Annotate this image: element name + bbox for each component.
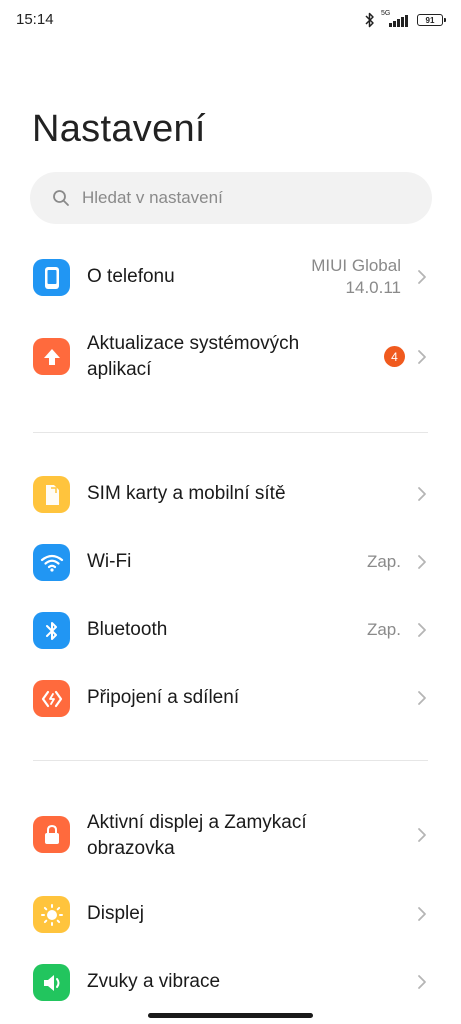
- status-bar: 15:14 5G 91: [0, 0, 461, 40]
- chevron-right-icon: [418, 270, 426, 284]
- chevron-right-icon: [418, 623, 426, 637]
- settings-item-wifi[interactable]: Wi-Fi Zap.: [0, 530, 461, 594]
- page-title: Nastavení: [32, 108, 206, 150]
- search-icon: [53, 190, 69, 206]
- bluetooth-status: Zap.: [366, 620, 401, 639]
- chevron-right-icon: [418, 828, 426, 842]
- chevron-right-icon: [418, 691, 426, 705]
- status-icons: 5G 91: [365, 10, 446, 28]
- home-indicator[interactable]: [148, 1013, 313, 1018]
- app-updates-label-line1: Aktualizace systémových: [87, 333, 300, 354]
- battery-icon: 91: [417, 14, 446, 26]
- settings-item-sound[interactable]: Zvuky a vibrace: [0, 950, 461, 1014]
- settings-item-app-updates[interactable]: Aktualizace systémových aplikací 4: [0, 324, 461, 390]
- sun-icon: [33, 896, 70, 933]
- display-label: Displej: [87, 903, 145, 924]
- update-count-badge: 4: [384, 346, 405, 367]
- sim-cards-label: SIM karty a mobilní sítě: [87, 483, 286, 504]
- bluetooth-status-icon: [365, 12, 374, 28]
- sim-card-icon: [33, 476, 70, 513]
- settings-item-sim-cards[interactable]: SIM karty a mobilní sítě: [0, 462, 461, 526]
- settings-item-lock-screen[interactable]: Aktivní displej a Zamykací obrazovka: [0, 802, 461, 868]
- bluetooth-icon: [33, 612, 70, 649]
- wifi-label: Wi-Fi: [87, 551, 132, 572]
- miui-version-name: MIUI Global: [311, 256, 401, 275]
- search-input[interactable]: Hledat v nastavení: [30, 172, 432, 224]
- search-placeholder: Hledat v nastavení: [82, 188, 223, 207]
- settings-item-display[interactable]: Displej: [0, 882, 461, 946]
- lock-screen-label-line2: obrazovka: [87, 838, 175, 859]
- chevron-right-icon: [418, 555, 426, 569]
- connection-sharing-label: Připojení a sdílení: [87, 687, 240, 708]
- speaker-icon: [33, 964, 70, 1001]
- chevron-right-icon: [418, 975, 426, 989]
- bluetooth-label: Bluetooth: [87, 619, 168, 640]
- sound-label: Zvuky a vibrace: [87, 971, 221, 992]
- lock-screen-label: Aktivní displej a Zamykací obrazovka: [87, 810, 307, 862]
- wifi-status: Zap.: [366, 552, 401, 571]
- section-divider: [33, 432, 428, 433]
- about-phone-label: O telefonu: [87, 266, 175, 287]
- chevron-right-icon: [418, 350, 426, 364]
- phone-icon: [33, 259, 70, 296]
- wifi-icon: [33, 544, 70, 581]
- miui-version-number: 14.0.11: [345, 278, 401, 297]
- lock-icon: [33, 816, 70, 853]
- battery-level: 91: [425, 15, 435, 25]
- app-updates-label: Aktualizace systémových aplikací: [87, 331, 299, 383]
- lock-screen-label-line1: Aktivní displej a Zamykací: [87, 812, 307, 833]
- settings-item-connection-sharing[interactable]: Připojení a sdílení: [0, 666, 461, 730]
- signal-icon: 5G: [381, 10, 411, 27]
- arrow-up-icon: [33, 338, 70, 375]
- chevron-right-icon: [418, 907, 426, 921]
- app-updates-label-line2: aplikací: [87, 359, 152, 380]
- about-phone-value: MIUI Global 14.0.11: [311, 255, 401, 299]
- section-divider: [33, 760, 428, 761]
- chevron-right-icon: [418, 487, 426, 501]
- status-time: 15:14: [16, 11, 54, 28]
- settings-item-bluetooth[interactable]: Bluetooth Zap.: [0, 598, 461, 662]
- connection-sharing-icon: [33, 680, 70, 717]
- settings-item-about-phone[interactable]: O telefonu MIUI Global 14.0.11: [0, 244, 461, 310]
